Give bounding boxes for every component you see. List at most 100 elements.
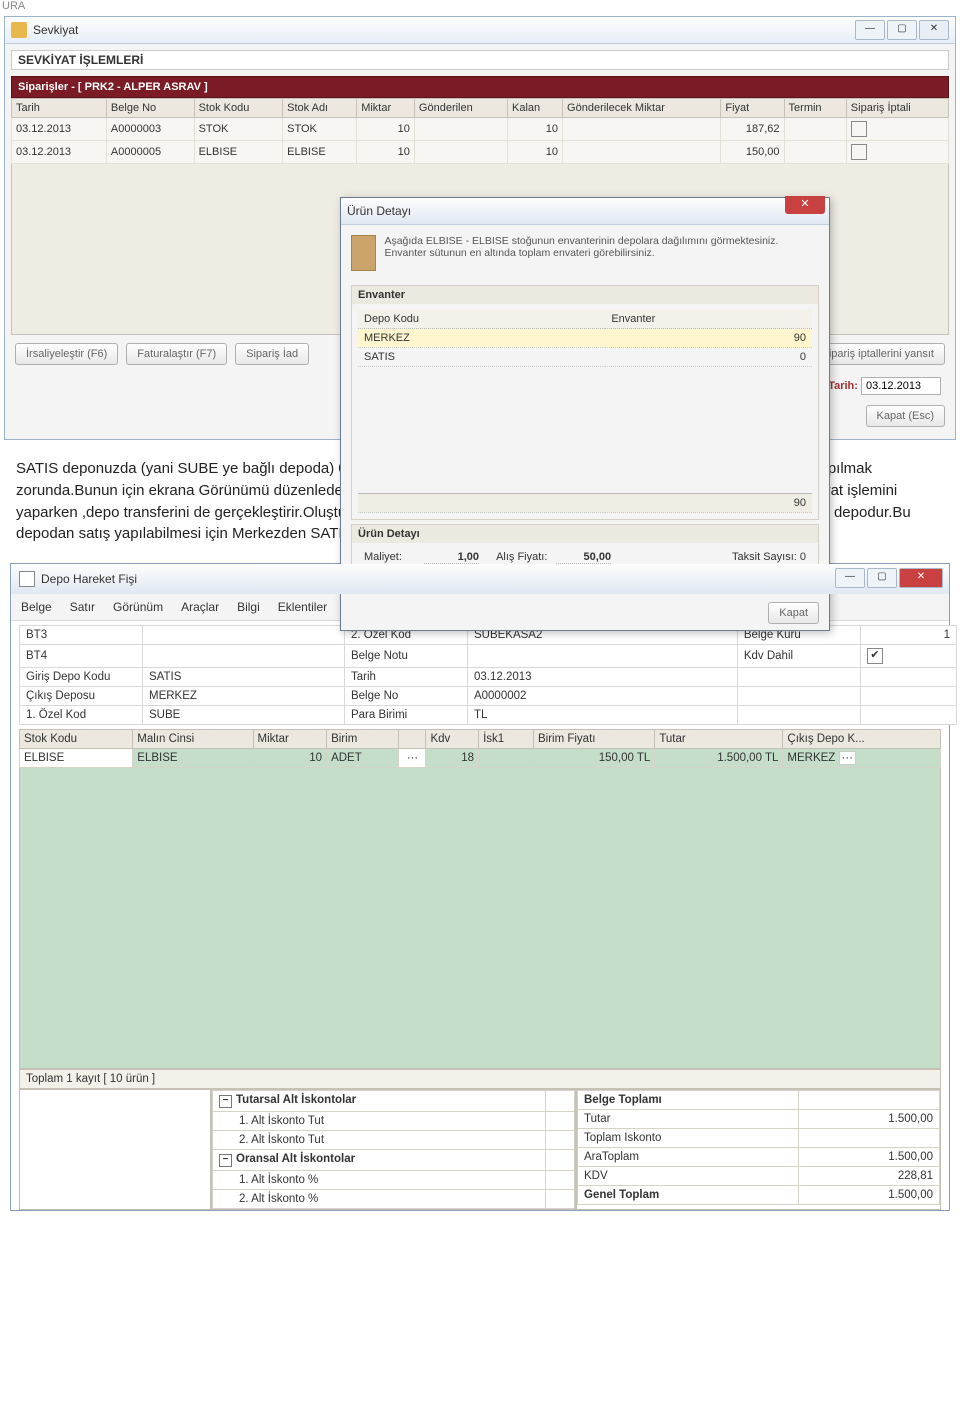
col-termin[interactable]: Termin <box>784 99 846 118</box>
tarih-value[interactable]: 03.12.2013 <box>467 668 737 687</box>
kdvdahil-checkbox[interactable]: ✔ <box>867 648 883 664</box>
envanter-grid: Depo Kodu Envanter MERKEZ90 SATIS0 90 <box>358 310 812 513</box>
depo-app-icon <box>19 571 35 587</box>
col-depokodu[interactable]: Depo Kodu <box>358 310 605 329</box>
grid-empty-area <box>19 768 941 1069</box>
menu-satir[interactable]: Satır <box>70 600 95 614</box>
collapse-icon[interactable]: − <box>219 1154 232 1167</box>
lookup-button[interactable]: ··· <box>399 749 426 768</box>
modal-title: Ürün Detayı <box>347 204 411 218</box>
menu-araclar[interactable]: Araçlar <box>181 600 219 614</box>
envanter-total: 90 <box>605 494 812 513</box>
aratoplam-label: AraToplam <box>578 1148 799 1167</box>
iptal-checkbox[interactable] <box>851 121 867 137</box>
col-bf[interactable]: Birim Fiyatı <box>533 730 654 749</box>
col-miktar[interactable]: Miktar <box>253 730 327 749</box>
left-empty-panel <box>19 1089 211 1210</box>
collapse-icon[interactable]: − <box>219 1095 232 1108</box>
ao1-label: 1. Alt İskonto % <box>213 1171 546 1190</box>
minimize-button[interactable]: — <box>855 20 885 40</box>
table-row[interactable]: SATIS0 <box>358 348 812 367</box>
col-kdv[interactable]: Kdv <box>426 730 479 749</box>
iptal-checkbox[interactable] <box>851 144 867 160</box>
col-cikisdepo[interactable]: Çıkış Depo K... <box>783 730 941 749</box>
iskonto-value <box>799 1129 940 1148</box>
tutarsal-header: Tutarsal Alt İskontolar <box>236 1094 356 1106</box>
table-row[interactable]: MERKEZ90 <box>358 329 812 348</box>
sevkiyat-subtitle: SEVKİYAT İŞLEMLERİ <box>11 50 949 70</box>
col-fiyat[interactable]: Fiyat <box>721 99 784 118</box>
iptal-yansit-button[interactable]: Sipariş iptallerini yansıt <box>811 343 946 365</box>
notu-label: Belge Notu <box>344 645 467 668</box>
col-stokkodu[interactable]: Stok Kodu <box>194 99 283 118</box>
sevkiyat-window: Sevkiyat — ▢ ✕ SEVKİYAT İŞLEMLERİ Sipari… <box>4 16 956 440</box>
col-miktar[interactable]: Miktar <box>357 99 415 118</box>
tutar-value: 1.500,00 <box>799 1110 940 1129</box>
lookup-button[interactable]: ··· <box>839 751 857 765</box>
siparisler-header: Siparişler - [ PRK2 - ALPER ASRAV ] <box>11 76 949 98</box>
app-icon <box>11 22 27 38</box>
status-bar: Toplam 1 kayıt [ 10 ürün ] <box>19 1069 941 1089</box>
col-stokadi[interactable]: Stok Adı <box>283 99 357 118</box>
aratoplam-value: 1.500,00 <box>799 1148 940 1167</box>
cikis-value[interactable]: MERKEZ <box>143 687 345 706</box>
bt3-value[interactable] <box>143 626 345 645</box>
modal-close-button[interactable]: ✕ <box>785 196 825 214</box>
geneltoplam-label: Genel Toplam <box>578 1186 799 1205</box>
close-button[interactable]: ✕ <box>919 20 949 40</box>
ao2-label: 2. Alt İskonto % <box>213 1190 546 1209</box>
menu-gorunum[interactable]: Görünüm <box>113 600 163 614</box>
belgeno-value[interactable]: A0000002 <box>467 687 737 706</box>
depo-window: Depo Hareket Fişi — ▢ ✕ Belge Satır Görü… <box>10 563 950 1211</box>
faturalastir-button[interactable]: Faturalaştır (F7) <box>126 343 227 365</box>
menu-bilgi[interactable]: Bilgi <box>237 600 260 614</box>
siparis-iade-button[interactable]: Sipariş İad <box>235 343 309 365</box>
bt4-value[interactable] <box>143 645 345 668</box>
col-iptal[interactable]: Sipariş İptali <box>846 99 948 118</box>
alis-label: Alış Fiyatı: <box>496 551 556 563</box>
kur-value[interactable]: 1 <box>860 626 956 645</box>
col-isk1[interactable]: İsk1 <box>479 730 534 749</box>
col-gonderilen[interactable]: Gönderilen <box>414 99 507 118</box>
minimize-button[interactable]: — <box>835 568 865 588</box>
maximize-button[interactable]: ▢ <box>867 568 897 588</box>
taksit-label: Taksit Sayısı: 0 <box>732 551 806 563</box>
notu-value[interactable] <box>467 645 737 668</box>
giris-value[interactable]: SATIS <box>143 668 345 687</box>
close-button[interactable]: ✕ <box>899 568 943 588</box>
detail-group-header: Ürün Detayı <box>352 525 818 543</box>
termin-input[interactable] <box>861 377 941 395</box>
maliyet-label: Maliyet: <box>364 551 424 563</box>
col-envanter[interactable]: Envanter <box>605 310 812 329</box>
belgeno-label: Belge No <box>344 687 467 706</box>
col-kalan[interactable]: Kalan <box>508 99 563 118</box>
col-birim[interactable]: Birim <box>327 730 399 749</box>
bt4-label: BT4 <box>20 645 143 668</box>
tarih-label: Tarih <box>344 668 467 687</box>
sevkiyat-titlebar: Sevkiyat — ▢ ✕ <box>5 17 955 44</box>
col-gondmiktar[interactable]: Gönderilecek Miktar <box>563 99 721 118</box>
menu-belge[interactable]: Belge <box>21 600 52 614</box>
depo-title: Depo Hareket Fişi <box>41 572 137 586</box>
table-row[interactable]: ELBISE ELBISE 10 ADET ··· 18 150,00 TL 1… <box>20 749 941 768</box>
modal-kapat-button[interactable]: Kapat <box>768 602 819 624</box>
kapat-button[interactable]: Kapat (Esc) <box>866 405 945 427</box>
col-cinsi[interactable]: Malın Cinsi <box>133 730 253 749</box>
table-row[interactable]: 03.12.2013 A0000005 ELBISE ELBISE 10 10 … <box>12 141 949 164</box>
maximize-button[interactable]: ▢ <box>887 20 917 40</box>
para-value[interactable]: TL <box>467 706 737 725</box>
ozel1-value[interactable]: SUBE <box>143 706 345 725</box>
modal-titlebar: Ürün Detayı ✕ <box>341 198 829 225</box>
ai2-label: 2. Alt İskonto Tut <box>213 1131 546 1150</box>
irsaliyelestir-button[interactable]: İrsaliyeleştir (F6) <box>15 343 118 365</box>
belge-toplami-header: Belge Toplamı <box>578 1091 799 1110</box>
col-stokkodu[interactable]: Stok Kodu <box>20 730 133 749</box>
sevkiyat-title: Sevkiyat <box>33 23 78 37</box>
oransal-header: Oransal Alt İskontolar <box>236 1153 355 1165</box>
col-belge[interactable]: Belge No <box>106 99 194 118</box>
maliyet-value: 1,00 <box>424 551 479 564</box>
table-row[interactable]: 03.12.2013 A0000003 STOK STOK 10 10 187,… <box>12 118 949 141</box>
menu-eklentiler[interactable]: Eklentiler <box>278 600 327 614</box>
col-tarih[interactable]: Tarih <box>12 99 107 118</box>
col-tutar[interactable]: Tutar <box>655 730 783 749</box>
